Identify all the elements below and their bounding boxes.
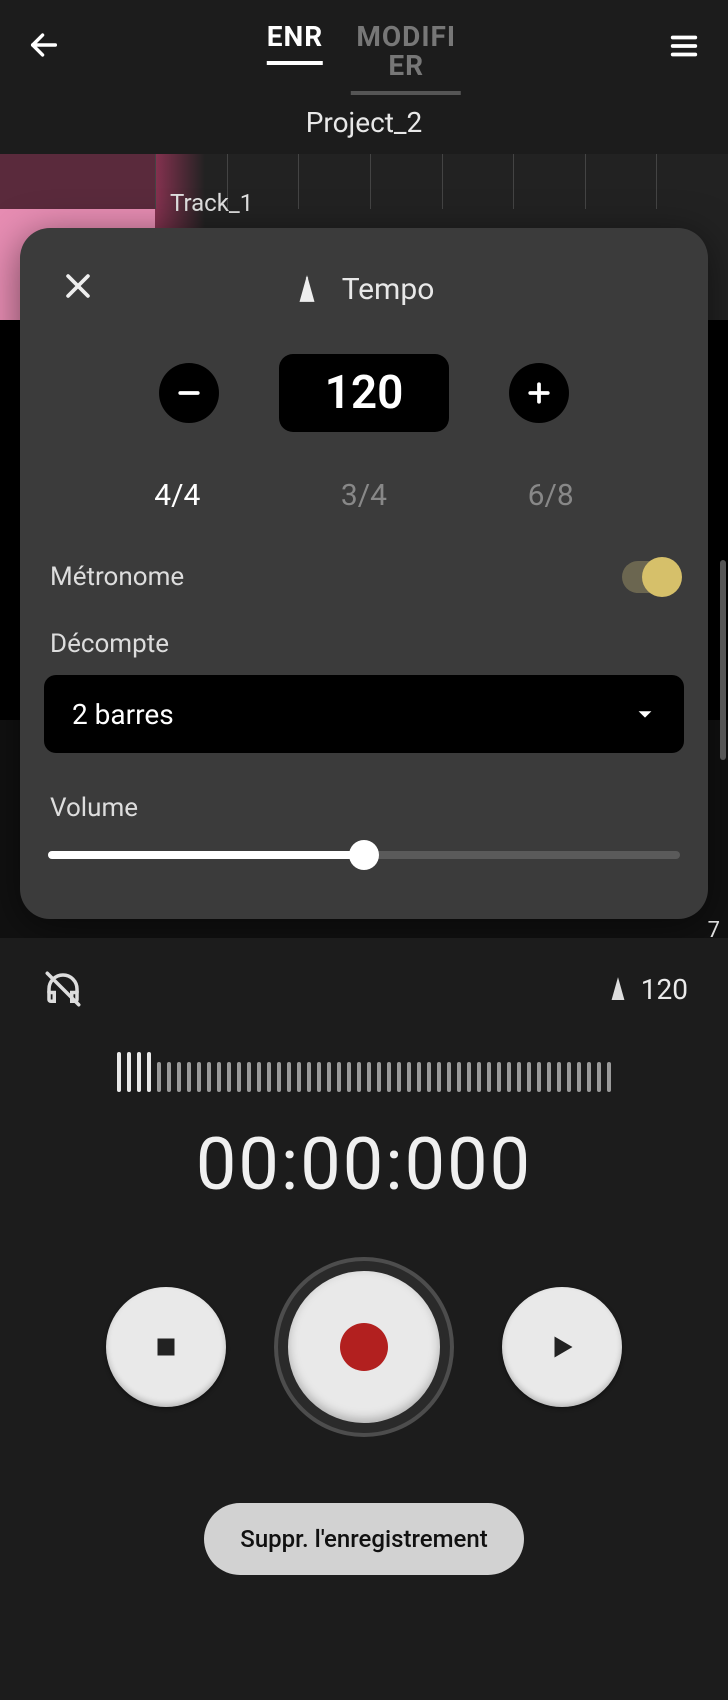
close-icon	[61, 269, 95, 303]
hamburger-icon	[667, 29, 701, 63]
chevron-down-icon	[634, 703, 656, 725]
modal-title: Tempo	[342, 272, 435, 307]
tempo-modal: Tempo 120 4/4 3/4 6/8 Métronome Décompte…	[20, 228, 708, 919]
metronome-icon	[294, 274, 320, 304]
stop-icon	[149, 1330, 183, 1364]
sig-4-4[interactable]: 4/4	[154, 478, 200, 513]
headphones-off-icon	[42, 968, 84, 1010]
play-icon	[544, 1329, 580, 1365]
tab-record[interactable]: ENR	[267, 22, 323, 65]
minus-icon	[174, 378, 204, 408]
time-signature-row: 4/4 3/4 6/8	[84, 478, 644, 513]
transport-panel: 120 00:00:000 Suppr. l'enregistrement	[0, 938, 728, 1700]
sig-6-8[interactable]: 6/8	[528, 478, 574, 513]
countin-select[interactable]: 2 barres	[44, 675, 684, 753]
countin-value: 2 barres	[72, 698, 174, 731]
scrollbar[interactable]	[720, 560, 726, 760]
volume-slider[interactable]	[48, 851, 680, 859]
close-button[interactable]	[56, 264, 100, 308]
project-title: Project_2	[0, 90, 728, 154]
audio-clip-header	[0, 154, 155, 209]
level-meter	[0, 1046, 728, 1092]
header: ENR MODIFIER	[0, 0, 728, 90]
toggle-knob-icon	[642, 557, 682, 597]
tempo-indicator-value: 120	[641, 973, 688, 1006]
back-button[interactable]	[24, 25, 64, 65]
metronome-label: Métronome	[50, 562, 184, 592]
delete-recording-button[interactable]: Suppr. l'enregistrement	[204, 1503, 524, 1575]
track-label: Track_1	[170, 189, 253, 217]
sig-3-4[interactable]: 3/4	[341, 478, 387, 513]
plus-icon	[524, 378, 554, 408]
menu-button[interactable]	[664, 26, 704, 66]
stop-button[interactable]	[106, 1287, 226, 1407]
record-icon	[340, 1323, 388, 1371]
countin-label: Décompte	[50, 629, 684, 659]
tempo-decrement-button[interactable]	[159, 363, 219, 423]
tempo-stepper: 120	[44, 354, 684, 432]
mode-tabs: ENR MODIFIER	[267, 0, 461, 90]
tempo-value[interactable]: 120	[279, 354, 449, 432]
record-button[interactable]	[278, 1261, 450, 1433]
transport-controls	[0, 1261, 728, 1433]
tempo-indicator[interactable]: 120	[607, 973, 688, 1006]
tab-edit[interactable]: MODIFIER	[351, 22, 461, 95]
timer-display: 00:00:000	[0, 1122, 728, 1207]
arrow-left-icon	[27, 28, 61, 62]
metronome-row: Métronome	[44, 561, 684, 593]
play-button[interactable]	[502, 1287, 622, 1407]
slider-knob-icon	[349, 840, 379, 870]
slider-fill	[48, 851, 364, 859]
metronome-toggle[interactable]	[622, 561, 678, 593]
volume-label: Volume	[50, 793, 684, 823]
monitoring-button[interactable]	[40, 966, 86, 1012]
tempo-increment-button[interactable]	[509, 363, 569, 423]
metronome-icon	[607, 976, 629, 1002]
